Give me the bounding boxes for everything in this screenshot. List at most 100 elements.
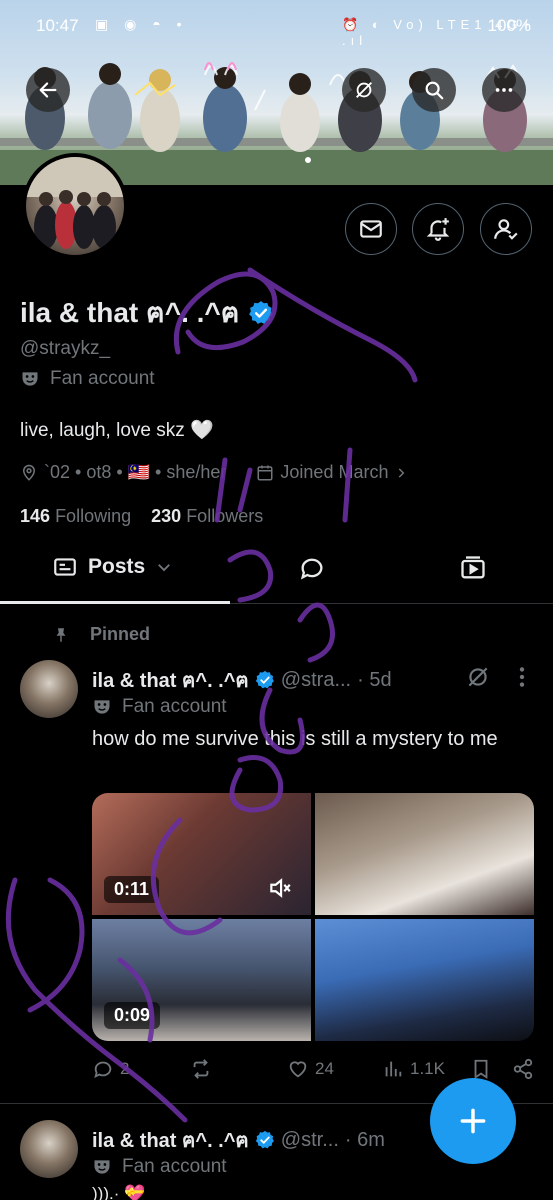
plus-icon	[460, 1108, 486, 1134]
followers-count: 230	[151, 506, 182, 526]
media-video-3[interactable]: 0:09	[92, 919, 311, 1041]
pin-icon	[56, 627, 66, 642]
reply-icon	[94, 1061, 112, 1079]
compose-button[interactable]	[430, 1078, 516, 1164]
repost-icon	[193, 1059, 209, 1079]
posts-tab-icon	[54, 558, 76, 576]
mask-icon	[94, 1160, 110, 1174]
reply-count: 2	[120, 1059, 130, 1078]
share-button[interactable]	[512, 1058, 534, 1080]
battery-level: 100%	[487, 16, 531, 35]
post-author-name[interactable]: ila & that ฅ^. .^ฅ	[92, 664, 249, 696]
avatar-group-photo	[26, 157, 124, 249]
pinned-text: Pinned	[90, 624, 151, 644]
post-author-handle[interactable]: @stra...	[281, 669, 351, 692]
like-button[interactable]: 24	[287, 1058, 334, 1080]
search-icon	[425, 81, 444, 100]
person-check-icon	[494, 219, 518, 240]
following-count: 146	[20, 506, 51, 526]
reply-button[interactable]: 2	[92, 1058, 129, 1080]
media-video-1[interactable]: 0:11	[92, 793, 311, 915]
verified-badge-icon	[255, 1130, 274, 1149]
profile-category: Fan account	[20, 368, 155, 390]
arrow-left-icon	[39, 82, 57, 98]
follow-stats: 146 Following 230 Followers	[20, 506, 263, 527]
profile-joined-text: Joined March	[280, 462, 389, 482]
bar-chart-icon	[385, 1061, 402, 1077]
profile-location: `02 • ot8 • 🇲🇾 • she/her	[44, 462, 227, 482]
profile-tabs: Posts	[0, 540, 553, 604]
pinned-label: Pinned	[52, 624, 150, 645]
share-icon	[513, 1058, 533, 1080]
views-button[interactable]: 1.1K	[382, 1058, 445, 1080]
profile-category-text: Fan account	[50, 368, 155, 389]
profile-name: ila & that ฅ^. .^ฅ	[20, 291, 274, 335]
post-media-grid: 0:11 0:09	[92, 793, 534, 1041]
followers-link[interactable]: 230 Followers	[151, 506, 263, 526]
status-time: 10:47	[36, 16, 79, 35]
envelope-icon	[360, 220, 382, 238]
profile-avatar[interactable]	[22, 153, 128, 259]
video-duration: 0:11	[104, 876, 160, 903]
grok-icon	[356, 82, 372, 98]
verified-badge-icon[interactable]	[248, 300, 274, 326]
profile-handle: @straykz_	[20, 338, 111, 359]
post-time[interactable]: · 6m	[345, 1129, 385, 1152]
bookmark-button[interactable]	[470, 1058, 492, 1080]
post-text: how do me survive this is still a myster…	[92, 728, 498, 750]
location-pin-icon	[22, 464, 36, 481]
tab-replies[interactable]	[298, 554, 326, 582]
bookmark-icon	[474, 1059, 488, 1079]
post-text: ))).· 💝	[92, 1184, 146, 1200]
post-header: ila & that ฅ^. .^ฅ @str... · 6m	[92, 1124, 385, 1156]
more-options-button[interactable]	[482, 68, 526, 112]
post-author-name[interactable]: ila & that ฅ^. .^ฅ	[92, 1124, 249, 1156]
profile-meta: `02 • ot8 • 🇲🇾 • she/her Joined March	[20, 462, 408, 483]
muted-speaker-icon[interactable]	[267, 875, 293, 901]
heart-icon	[289, 1061, 307, 1078]
post-category: Fan account	[92, 696, 227, 718]
bell-plus-icon	[426, 218, 450, 241]
tab-media[interactable]	[459, 554, 487, 582]
search-button[interactable]	[412, 68, 456, 112]
profile-name-text: ila & that ฅ^. .^ฅ	[20, 297, 240, 328]
following-button[interactable]	[480, 203, 532, 255]
profile-bio: live, laugh, love skz 🤍	[20, 420, 214, 441]
following-link[interactable]: 146 Following	[20, 506, 131, 526]
media-image-2[interactable]	[315, 793, 534, 915]
active-tab-indicator	[0, 601, 230, 604]
tab-posts[interactable]: Posts	[52, 554, 173, 580]
mask-icon	[94, 700, 110, 714]
more-dots-icon	[495, 88, 513, 92]
video-duration: 0:09	[104, 1002, 161, 1029]
grok-button[interactable]	[342, 68, 386, 112]
tab-posts-label: Posts	[88, 555, 146, 578]
verified-badge-icon	[255, 670, 274, 689]
post-time[interactable]: · 5d	[357, 669, 391, 692]
message-button[interactable]	[345, 203, 397, 255]
post-category-text: Fan account	[122, 696, 227, 717]
repost-button[interactable]	[190, 1058, 218, 1080]
status-left-icons: ▣ ◉ ◓ •	[95, 16, 188, 32]
status-bar: 10:47 ▣ ◉ ◓ • ⏰ ◐ Vo) LTE1 4G+ .ıl 100%	[0, 0, 553, 50]
back-button[interactable]	[26, 68, 70, 112]
post-more-icon[interactable]	[512, 664, 532, 690]
chevron-right-icon	[399, 467, 405, 478]
chevron-down-icon	[158, 564, 171, 572]
mask-icon	[22, 372, 38, 386]
following-label: Following	[55, 506, 132, 526]
post-avatar[interactable]	[20, 660, 78, 718]
notifications-button[interactable]	[412, 203, 464, 255]
post-author-handle[interactable]: @str...	[281, 1129, 339, 1152]
view-count: 1.1K	[410, 1059, 445, 1078]
profile-joined[interactable]: Joined March	[256, 462, 408, 483]
media-image-4[interactable]	[315, 919, 534, 1041]
followers-label: Followers	[186, 506, 264, 526]
like-count: 24	[315, 1059, 334, 1078]
calendar-icon	[257, 465, 273, 480]
post-category-text: Fan account	[122, 1156, 227, 1177]
post-category: Fan account	[92, 1156, 227, 1178]
grok-analyze-icon[interactable]	[465, 664, 491, 690]
post-header: ila & that ฅ^. .^ฅ @stra... · 5d	[92, 664, 392, 696]
post-avatar[interactable]	[20, 1120, 78, 1178]
